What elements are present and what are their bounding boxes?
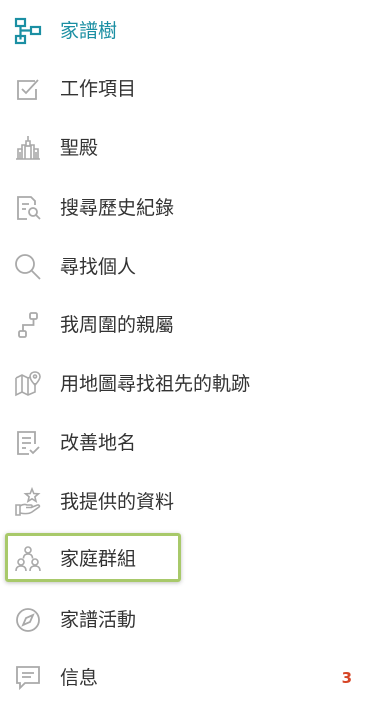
search-icon (11, 250, 45, 284)
menu-item-label: 信息 (60, 667, 99, 689)
map-pin-icon (11, 367, 45, 401)
checkbox-icon (11, 72, 45, 106)
menu-item-label: 工作項目 (60, 78, 137, 100)
menu-item-my-contributions[interactable]: 我提供的資料 (0, 473, 371, 531)
menu-item-messages[interactable]: 信息 3 (0, 649, 371, 707)
menu-item-tasks[interactable]: 工作項目 (0, 60, 371, 118)
family-tree-icon (11, 14, 45, 48)
unread-count-badge: 3 (341, 669, 352, 687)
temple-icon (11, 131, 45, 165)
menu-item-label: 家庭群組 (60, 548, 137, 570)
message-icon (11, 661, 45, 695)
relatives-nearby-icon (11, 308, 45, 342)
menu-item-label: 我提供的資料 (60, 491, 175, 513)
document-check-icon (11, 426, 45, 460)
navigation-menu: 家譜樹 工作項目 聖殿 搜尋歷史紀錄 尋找個人 我周圍的親屬 用地圖尋找祖先的軌… (0, 0, 371, 707)
menu-item-ancestor-map[interactable]: 用地圖尋找祖先的軌跡 (0, 355, 371, 413)
menu-item-family-groups[interactable]: 家庭群組 (0, 530, 371, 588)
menu-item-label: 我周圍的親屬 (60, 314, 175, 336)
family-group-icon (11, 542, 45, 576)
menu-item-label: 用地圖尋找祖先的軌跡 (60, 373, 251, 395)
menu-item-label: 搜尋歷史紀錄 (60, 197, 175, 219)
menu-item-temple[interactable]: 聖殿 (0, 119, 371, 177)
menu-item-relatives-around-me[interactable]: 我周圍的親屬 (0, 296, 371, 354)
compass-icon (11, 603, 45, 637)
menu-item-label: 家譜活動 (60, 609, 137, 631)
hand-star-icon (11, 485, 45, 519)
menu-item-family-tree[interactable]: 家譜樹 (0, 2, 371, 60)
menu-item-improve-place-names[interactable]: 改善地名 (0, 414, 371, 472)
menu-item-label: 聖殿 (60, 137, 99, 159)
menu-item-label: 尋找個人 (60, 256, 137, 278)
menu-item-activities[interactable]: 家譜活動 (0, 591, 371, 649)
menu-item-label: 家譜樹 (60, 20, 118, 42)
menu-item-label: 改善地名 (60, 432, 137, 454)
menu-item-search-records[interactable]: 搜尋歷史紀錄 (0, 179, 371, 237)
document-search-icon (11, 191, 45, 225)
menu-item-find-person[interactable]: 尋找個人 (0, 238, 371, 296)
